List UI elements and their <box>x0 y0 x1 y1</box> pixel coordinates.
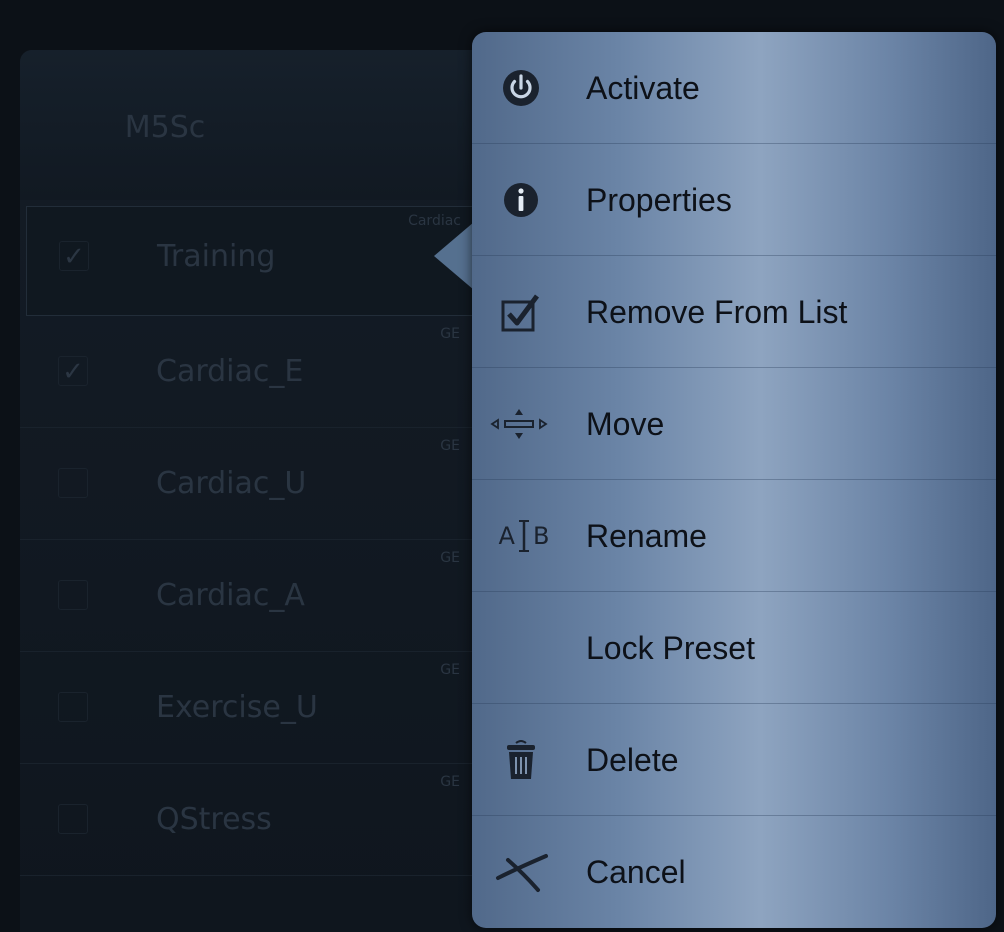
menu-item-label: Rename <box>586 518 707 554</box>
info-icon <box>498 177 544 223</box>
list-item-label: Exercise_U <box>156 690 318 725</box>
rename-icon-letter-right: B <box>532 522 550 550</box>
menu-item-label: Activate <box>586 70 700 106</box>
list-item-qstress[interactable]: QStress GE <box>20 764 520 876</box>
menu-item-remove-from-list[interactable]: Remove From List <box>472 256 996 368</box>
list-item-label: Cardiac_E <box>156 354 304 389</box>
list-item-cardiac-a[interactable]: Cardiac_A GE <box>20 540 520 652</box>
menu-item-properties[interactable]: Properties <box>472 144 996 256</box>
menu-item-label: Lock Preset <box>586 630 755 666</box>
preset-list-panel: M5Sc ✓ Training Cardiac ✓ Cardiac_E GE C… <box>20 50 520 932</box>
menu-item-rename[interactable]: A B Rename <box>472 480 996 592</box>
cancel-icon <box>494 849 550 895</box>
menu-item-label: Delete <box>586 742 679 778</box>
menu-item-label: Cancel <box>586 854 686 890</box>
menu-item-label: Remove From List <box>586 294 848 330</box>
checkbox-icon <box>498 289 544 335</box>
menu-item-label: Move <box>586 406 665 442</box>
context-menu: Activate Properties Remove From List Mov… <box>472 32 996 928</box>
menu-item-move[interactable]: Move <box>472 368 996 480</box>
menu-item-delete[interactable]: Delete <box>472 704 996 816</box>
panel-title: M5Sc <box>124 110 206 145</box>
list-item-label: Cardiac_A <box>156 578 305 613</box>
menu-item-cancel[interactable]: Cancel <box>472 816 996 928</box>
rename-cursor-icon: A B <box>494 513 554 559</box>
list-item-cardiac-e[interactable]: ✓ Cardiac_E GE <box>20 316 520 428</box>
checkbox[interactable]: ✓ <box>58 356 88 386</box>
rename-icon-letter-left: A <box>498 522 515 550</box>
menu-item-activate[interactable]: Activate <box>472 32 996 144</box>
checkbox[interactable] <box>58 580 88 610</box>
menu-item-label: Properties <box>586 182 732 218</box>
menu-item-lock-preset[interactable]: Lock Preset <box>472 592 996 704</box>
panel-header: M5Sc <box>20 50 520 200</box>
list-item-label: Cardiac_U <box>156 466 307 501</box>
list-item-tag: GE <box>440 550 460 566</box>
menu-pointer-arrow <box>434 222 474 290</box>
list-item-label: Training <box>157 239 276 274</box>
list-item-tag: GE <box>440 326 460 342</box>
move-arrows-icon <box>488 401 550 447</box>
list-item-tag: GE <box>440 662 460 678</box>
checkbox[interactable] <box>58 692 88 722</box>
preset-list: ✓ Training Cardiac ✓ Cardiac_E GE Cardia… <box>20 200 520 876</box>
list-item-cardiac-u[interactable]: Cardiac_U GE <box>20 428 520 540</box>
checkbox[interactable]: ✓ <box>59 241 89 271</box>
list-item-tag: GE <box>440 438 460 454</box>
list-item-tag: GE <box>440 774 460 790</box>
list-item-exercise-u[interactable]: Exercise_U GE <box>20 652 520 764</box>
list-item-label: QStress <box>156 802 272 837</box>
checkbox[interactable] <box>58 468 88 498</box>
checkbox[interactable] <box>58 804 88 834</box>
power-icon <box>498 65 544 111</box>
trash-icon <box>498 737 544 783</box>
